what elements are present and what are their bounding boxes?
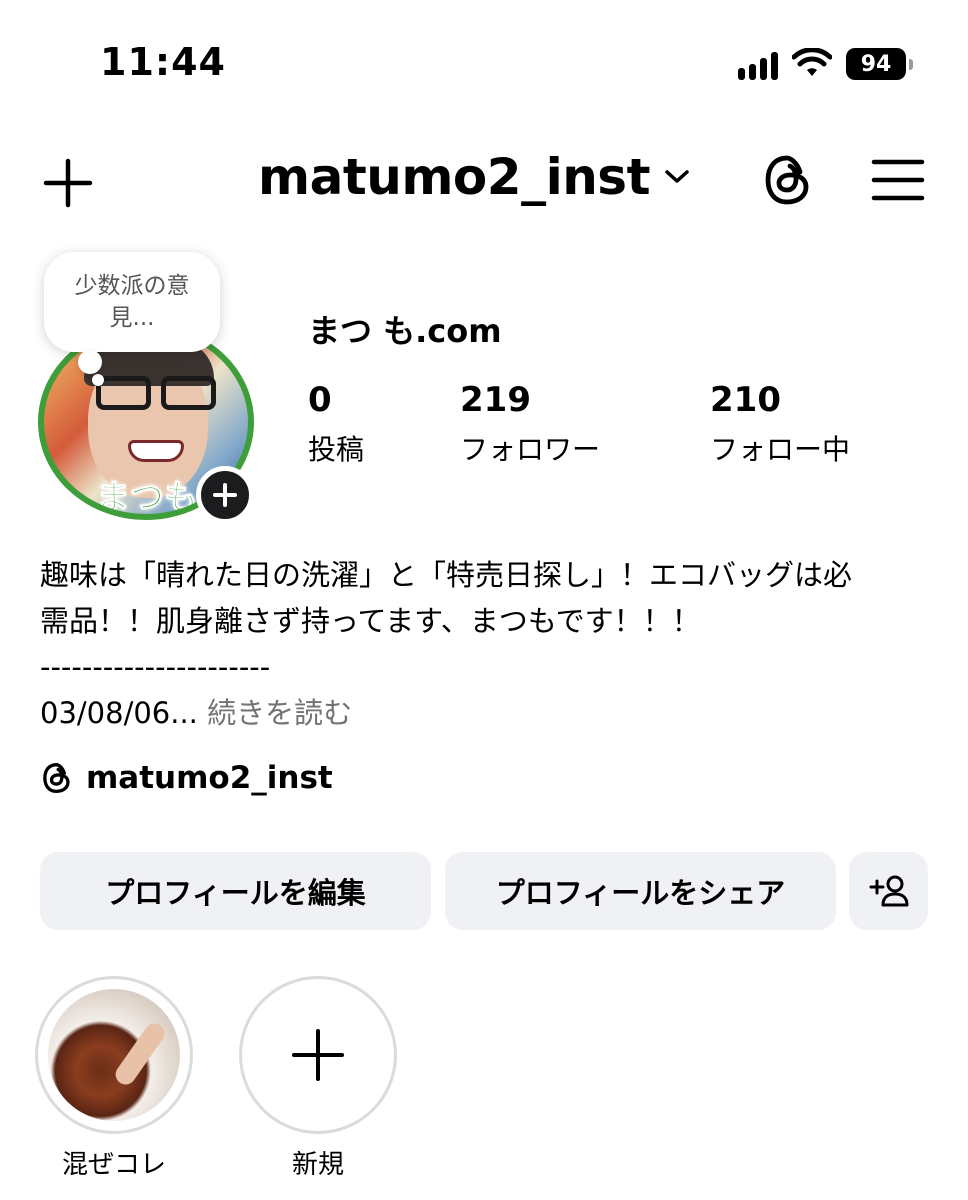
bio-divider: ---------------------- <box>40 650 271 684</box>
new-highlight-circle[interactable] <box>239 976 397 1134</box>
username: matumo2_inst <box>258 148 650 206</box>
profile-header: matumo2_inst <box>0 140 968 220</box>
share-profile-button[interactable]: プロフィールをシェア <box>445 852 836 930</box>
stat-followers-count: 219 <box>460 380 531 420</box>
bio-line: 趣味は「晴れた日の洗濯」と「特売日探し」！エコバッグは必 <box>40 558 853 592</box>
plus-icon <box>43 158 93 208</box>
stat-posts[interactable]: 0 投稿 <box>308 380 364 468</box>
note-bubble-tail-small <box>92 374 104 386</box>
create-button[interactable] <box>40 155 96 211</box>
note-bubble-tail <box>78 350 102 374</box>
account-switcher[interactable]: matumo2_inst <box>258 148 690 206</box>
avatar-label: まつも <box>96 478 199 518</box>
bio-line: 03/08/06... 続きを読む <box>40 690 940 736</box>
threads-profile-link[interactable]: matumo2_inst <box>40 760 333 796</box>
threads-icon <box>43 762 70 794</box>
threads-button[interactable] <box>760 152 816 208</box>
battery-level: 94 <box>860 51 892 77</box>
highlight-cover[interactable] <box>35 976 193 1134</box>
bio-line: 需品！！肌身離さず持ってます、まつもです！！！ <box>40 604 701 638</box>
highlight-label: 混ぜコレ <box>61 1150 166 1180</box>
stat-following-label: フォロー中 <box>710 433 851 466</box>
menu-button[interactable] <box>870 154 926 206</box>
new-highlight[interactable]: 新規 <box>238 976 398 1181</box>
wifi-icon <box>792 48 832 76</box>
note-bubble[interactable]: 少数派の意見... <box>44 252 220 352</box>
cellular-signal-icon <box>738 48 778 80</box>
battery-icon: 94 <box>846 48 913 80</box>
stat-posts-label: 投稿 <box>308 433 365 466</box>
story-highlight[interactable]: 混ぜコレ <box>34 976 194 1181</box>
add-person-icon <box>869 875 908 907</box>
bio-truncated-text: 03/08/06... <box>40 696 198 730</box>
stat-following-count: 210 <box>710 380 781 420</box>
stat-posts-count: 0 <box>308 380 332 420</box>
display-name: まつ も.com <box>308 312 502 350</box>
share-profile-label: プロフィールをシェア <box>495 876 786 910</box>
status-time: 11:44 <box>100 40 226 84</box>
stat-followers[interactable]: 219 フォロワー <box>460 380 600 468</box>
status-icons: 94 <box>738 44 913 84</box>
discover-people-button[interactable] <box>849 852 928 930</box>
add-story-button[interactable] <box>196 466 254 524</box>
avatar-glasses <box>96 376 216 410</box>
stat-followers-label: フォロワー <box>460 433 601 466</box>
plus-icon <box>292 1029 344 1081</box>
note-text: 少数派の意見... <box>74 273 190 331</box>
highlight-thumbnail <box>48 989 180 1121</box>
edit-profile-label: プロフィールを編集 <box>105 876 366 910</box>
avatar-mouth <box>128 440 184 462</box>
new-highlight-label: 新規 <box>291 1150 344 1180</box>
read-more-link[interactable]: 続きを読む <box>207 696 352 730</box>
threads-icon <box>765 155 809 205</box>
edit-profile-button[interactable]: プロフィールを編集 <box>40 852 431 930</box>
plus-icon <box>213 483 237 507</box>
profile-avatar-container: まつも <box>38 324 254 524</box>
bio: 趣味は「晴れた日の洗濯」と「特売日探し」！エコバッグは必 需品！！肌身離さず持っ… <box>40 552 940 736</box>
stat-following[interactable]: 210 フォロー中 <box>710 380 850 468</box>
chevron-down-icon <box>665 170 689 183</box>
hamburger-menu-icon <box>871 159 925 201</box>
threads-handle: matumo2_inst <box>86 760 333 796</box>
